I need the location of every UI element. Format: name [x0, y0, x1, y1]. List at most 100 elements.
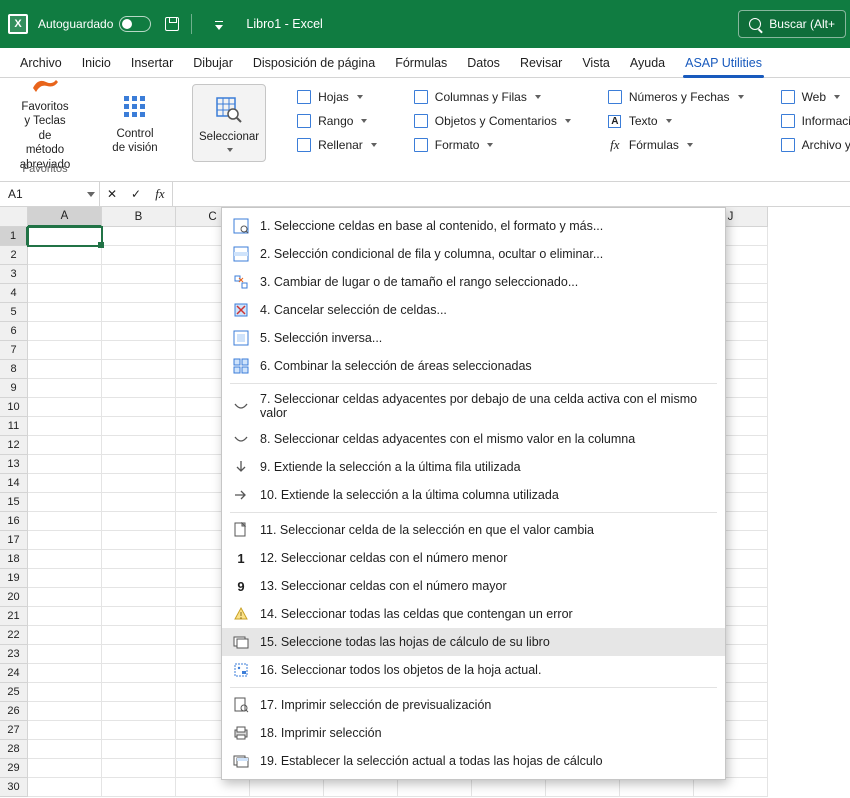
cell-H30[interactable] [546, 778, 620, 797]
row-header-12[interactable]: 12 [0, 436, 28, 455]
row-header-16[interactable]: 16 [0, 512, 28, 531]
cell-A22[interactable] [28, 626, 102, 645]
cell-B3[interactable] [102, 265, 176, 284]
cell-B19[interactable] [102, 569, 176, 588]
menu-item-4[interactable]: 4. Cancelar selección de celdas... [222, 296, 725, 324]
menu-item-16[interactable]: 16. Seleccionar todos los objetos de la … [222, 656, 725, 684]
cell-A15[interactable] [28, 493, 102, 512]
menu-item-6[interactable]: 6. Combinar la selección de áreas selecc… [222, 352, 725, 380]
row-header-26[interactable]: 26 [0, 702, 28, 721]
tab-vista[interactable]: Vista [572, 50, 620, 77]
cell-A5[interactable] [28, 303, 102, 322]
cell-E30[interactable] [324, 778, 398, 797]
row-header-3[interactable]: 3 [0, 265, 28, 284]
cell-B11[interactable] [102, 417, 176, 436]
tab-datos[interactable]: Datos [457, 50, 510, 77]
menu-item-3[interactable]: 3. Cambiar de lugar o de tamaño el rango… [222, 268, 725, 296]
row-header-13[interactable]: 13 [0, 455, 28, 474]
cell-B13[interactable] [102, 455, 176, 474]
tab-ayuda[interactable]: Ayuda [620, 50, 675, 77]
row-header-5[interactable]: 5 [0, 303, 28, 322]
seleccionar-button[interactable]: Seleccionar [192, 84, 266, 162]
formula-input[interactable] [173, 182, 850, 206]
row-header-29[interactable]: 29 [0, 759, 28, 778]
tab-inicio[interactable]: Inicio [72, 50, 121, 77]
cell-A6[interactable] [28, 322, 102, 341]
cell-A14[interactable] [28, 474, 102, 493]
cell-F30[interactable] [398, 778, 472, 797]
menu-item-10[interactable]: 10. Extiende la selección a la última co… [222, 481, 725, 509]
cell-B10[interactable] [102, 398, 176, 417]
cell-A10[interactable] [28, 398, 102, 417]
cell-A18[interactable] [28, 550, 102, 569]
cell-A8[interactable] [28, 360, 102, 379]
cell-B30[interactable] [102, 778, 176, 797]
cell-A26[interactable] [28, 702, 102, 721]
cell-B15[interactable] [102, 493, 176, 512]
cell-A23[interactable] [28, 645, 102, 664]
cell-B24[interactable] [102, 664, 176, 683]
tab-insertar[interactable]: Insertar [121, 50, 183, 77]
save-button[interactable] [159, 11, 185, 37]
menu-item-2[interactable]: 2. Selección condicional de fila y colum… [222, 240, 725, 268]
menu-item-17[interactable]: 17. Imprimir selección de previsualizaci… [222, 691, 725, 719]
cell-B14[interactable] [102, 474, 176, 493]
cell-A3[interactable] [28, 265, 102, 284]
cell-B1[interactable] [102, 227, 176, 246]
cell-A30[interactable] [28, 778, 102, 797]
row-header-7[interactable]: 7 [0, 341, 28, 360]
row-header-10[interactable]: 10 [0, 398, 28, 417]
tab-disposición-de-página[interactable]: Disposición de página [243, 50, 385, 77]
row-header-24[interactable]: 24 [0, 664, 28, 683]
cell-B17[interactable] [102, 531, 176, 550]
cell-C30[interactable] [176, 778, 250, 797]
row-header-30[interactable]: 30 [0, 778, 28, 797]
cell-A17[interactable] [28, 531, 102, 550]
cell-B7[interactable] [102, 341, 176, 360]
ribbon-item-hojas[interactable]: Hojas [290, 86, 383, 108]
row-header-9[interactable]: 9 [0, 379, 28, 398]
row-header-23[interactable]: 23 [0, 645, 28, 664]
cell-A21[interactable] [28, 607, 102, 626]
cell-A19[interactable] [28, 569, 102, 588]
ribbon-item-rellenar[interactable]: Rellenar [290, 134, 383, 156]
menu-item-9[interactable]: 9. Extiende la selección a la última fil… [222, 453, 725, 481]
cell-A25[interactable] [28, 683, 102, 702]
cell-B4[interactable] [102, 284, 176, 303]
autosave-toggle[interactable]: Autoguardado [38, 16, 151, 32]
cell-A27[interactable] [28, 721, 102, 740]
ribbon-item-números-y-fechas[interactable]: Números y Fechas [601, 86, 750, 108]
cell-B26[interactable] [102, 702, 176, 721]
menu-item-15[interactable]: 15. Seleccione todas las hojas de cálcul… [222, 628, 725, 656]
row-header-18[interactable]: 18 [0, 550, 28, 569]
row-header-17[interactable]: 17 [0, 531, 28, 550]
row-header-21[interactable]: 21 [0, 607, 28, 626]
cell-B12[interactable] [102, 436, 176, 455]
tab-fórmulas[interactable]: Fórmulas [385, 50, 457, 77]
cell-D30[interactable] [250, 778, 324, 797]
menu-item-1[interactable]: 1. Seleccione celdas en base al contenid… [222, 212, 725, 240]
cell-A20[interactable] [28, 588, 102, 607]
cell-A11[interactable] [28, 417, 102, 436]
accept-formula-button[interactable]: ✓ [124, 187, 148, 201]
cell-B5[interactable] [102, 303, 176, 322]
row-header-11[interactable]: 11 [0, 417, 28, 436]
tab-revisar[interactable]: Revisar [510, 50, 572, 77]
qat-customize-button[interactable] [206, 11, 232, 37]
cell-A9[interactable] [28, 379, 102, 398]
row-header-22[interactable]: 22 [0, 626, 28, 645]
row-header-4[interactable]: 4 [0, 284, 28, 303]
cancel-formula-button[interactable]: ✕ [100, 187, 124, 201]
column-header-B[interactable]: B [102, 207, 176, 227]
row-header-28[interactable]: 28 [0, 740, 28, 759]
row-header-8[interactable]: 8 [0, 360, 28, 379]
tab-dibujar[interactable]: Dibujar [183, 50, 243, 77]
cell-J30[interactable] [694, 778, 768, 797]
cell-A16[interactable] [28, 512, 102, 531]
cell-B20[interactable] [102, 588, 176, 607]
cell-B25[interactable] [102, 683, 176, 702]
cell-B8[interactable] [102, 360, 176, 379]
cell-I30[interactable] [620, 778, 694, 797]
row-header-2[interactable]: 2 [0, 246, 28, 265]
tab-archivo[interactable]: Archivo [10, 50, 72, 77]
